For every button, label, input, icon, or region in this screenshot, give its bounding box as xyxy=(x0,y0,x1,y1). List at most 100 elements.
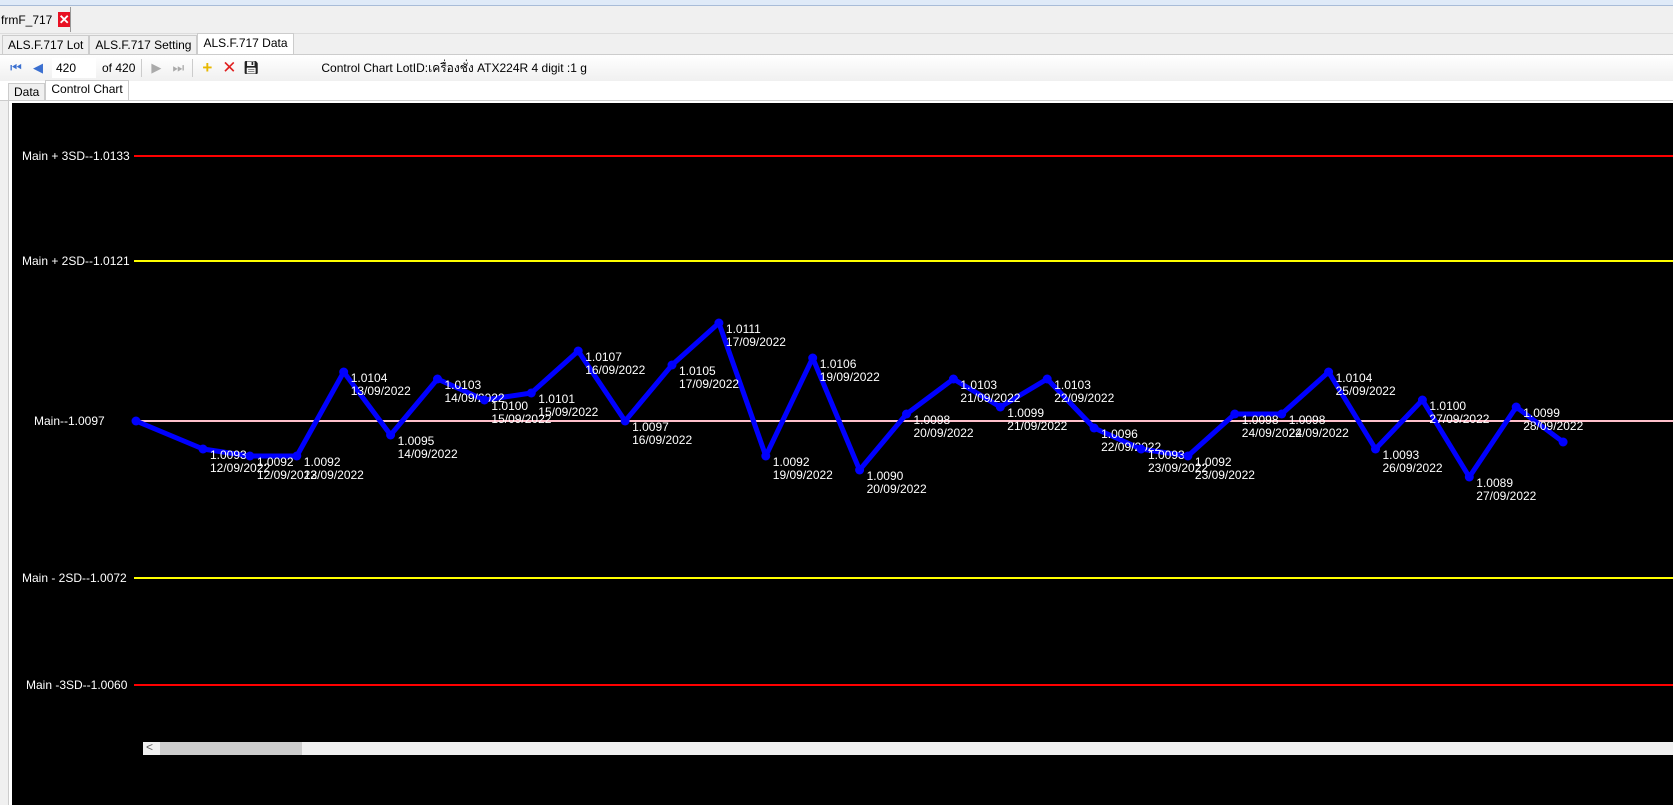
scroll-left-icon[interactable]: < xyxy=(146,740,153,754)
data-label-value: 1.0099 xyxy=(1523,406,1560,420)
data-point xyxy=(855,465,865,475)
data-label-value: 1.0093 xyxy=(1148,448,1185,462)
data-label-date: 22/09/2022 xyxy=(1054,391,1114,405)
data-label-value: 1.0104 xyxy=(351,371,388,385)
tab-data-grid[interactable]: Data xyxy=(8,83,46,100)
move-previous-icon[interactable]: ◀ xyxy=(30,60,46,76)
data-point xyxy=(339,367,349,377)
data-point xyxy=(1230,409,1240,419)
navigator-toolbar: ⏮ ◀ 420 of 420 ▶ ⏭ + ✕ 💾︎ Control Chart … xyxy=(0,55,1673,81)
reference-line-label: Main -3SD--1.0060 xyxy=(26,678,128,692)
control-chart: Main + 3SD--1.0133 Main + 2SD--1.0121 Main… xyxy=(12,103,1673,805)
data-label-value: 1.0099 xyxy=(1007,406,1044,420)
data-label-value: 1.0103 xyxy=(960,378,997,392)
data-point xyxy=(948,374,958,384)
data-point xyxy=(995,402,1005,412)
data-label-value: 1.0098 xyxy=(1289,413,1326,427)
data-point xyxy=(714,318,724,328)
window-top-strip xyxy=(0,0,1673,6)
data-label-value: 1.0103 xyxy=(445,378,482,392)
add-icon[interactable]: + xyxy=(199,58,215,77)
data-label-date: 17/09/2022 xyxy=(726,335,786,349)
data-label-value: 1.0089 xyxy=(1476,476,1513,490)
data-point xyxy=(526,388,536,398)
data-label-date: 17/09/2022 xyxy=(679,377,739,391)
data-label-date: 15/09/2022 xyxy=(538,405,598,419)
data-label-date: 20/09/2022 xyxy=(867,482,927,496)
data-point xyxy=(479,395,489,405)
separator xyxy=(192,59,194,77)
data-point xyxy=(573,346,583,356)
data-point xyxy=(1558,437,1568,447)
tab-data[interactable]: ALS.F.717 Data xyxy=(197,33,294,54)
sub-tabs: Data Control Chart xyxy=(0,80,1673,101)
data-label-date: 19/09/2022 xyxy=(773,468,833,482)
data-label-value: 1.0095 xyxy=(398,434,435,448)
main-tabs: ALS.F.717 Lot ALS.F.717 Setting ALS.F.71… xyxy=(0,33,1673,55)
data-point xyxy=(245,451,255,461)
horizontal-scrollbar[interactable]: < xyxy=(143,740,1673,755)
data-point xyxy=(198,444,208,454)
chart-title: Control Chart LotID:เครื่องชั่ง ATX224R … xyxy=(321,60,587,75)
scroll-thumb[interactable] xyxy=(160,742,302,755)
reference-line-label: Main--1.0097 xyxy=(34,414,105,428)
delete-icon[interactable]: ✕ xyxy=(221,58,237,77)
data-point xyxy=(1371,444,1380,454)
data-label-date: 21/09/2022 xyxy=(960,391,1020,405)
data-label-value: 1.0105 xyxy=(679,364,716,378)
data-label-date: 16/09/2022 xyxy=(632,433,692,447)
data-label-date: 25/09/2022 xyxy=(1336,384,1396,398)
data-label-value: 1.0090 xyxy=(867,469,904,483)
tab-setting[interactable]: ALS.F.717 Setting xyxy=(89,35,198,54)
data-point xyxy=(292,451,302,461)
data-point xyxy=(1324,367,1334,377)
document-tab-label: frmF_717 xyxy=(1,12,53,27)
data-point xyxy=(131,416,141,426)
move-first-icon[interactable]: ⏮ xyxy=(8,60,24,76)
data-label-value: 1.0098 xyxy=(1242,413,1279,427)
data-label-date: 19/09/2022 xyxy=(820,370,880,384)
data-label-date: 24/09/2022 xyxy=(1289,426,1349,440)
move-last-icon[interactable]: ⏭ xyxy=(170,60,186,76)
data-label-date: 27/09/2022 xyxy=(1476,489,1536,503)
data-point xyxy=(1042,374,1052,384)
data-label-date: 20/09/2022 xyxy=(914,426,974,440)
data-label-value: 1.0106 xyxy=(820,357,857,371)
tab-control-chart[interactable]: Control Chart xyxy=(45,80,129,100)
position-input[interactable]: 420 xyxy=(52,58,96,78)
data-label-value: 1.0101 xyxy=(538,392,575,406)
data-label-value: 1.0103 xyxy=(1054,378,1091,392)
close-icon[interactable]: ✕ xyxy=(58,12,70,27)
move-next-icon[interactable]: ▶ xyxy=(148,60,164,76)
data-label-date: 13/09/2022 xyxy=(304,468,364,482)
data-point xyxy=(667,360,677,370)
count-label: of 420 xyxy=(102,61,136,75)
data-label-value: 1.0096 xyxy=(1101,427,1138,441)
data-label-value: 1.0092 xyxy=(257,455,294,469)
data-point xyxy=(1183,451,1193,461)
data-point xyxy=(1417,395,1427,405)
data-point xyxy=(1464,472,1474,482)
tab-lot[interactable]: ALS.F.717 Lot xyxy=(2,35,90,54)
save-icon[interactable]: 💾︎ xyxy=(243,60,260,76)
data-label-value: 1.0100 xyxy=(1429,399,1466,413)
data-label-value: 1.0093 xyxy=(1383,448,1420,462)
data-label-date: 16/09/2022 xyxy=(585,363,645,377)
reference-line-label: Main + 3SD--1.0133 xyxy=(22,149,130,163)
control-chart-svg: Main + 3SD--1.0133 Main + 2SD--1.0121 Main… xyxy=(22,149,1673,692)
data-label-value: 1.0104 xyxy=(1336,371,1373,385)
data-point xyxy=(902,409,911,419)
data-point xyxy=(1277,409,1287,419)
data-point xyxy=(620,416,630,426)
data-point xyxy=(761,451,771,461)
data-label-value: 1.0107 xyxy=(585,350,622,364)
reference-line-label: Main + 2SD--1.0121 xyxy=(22,254,130,268)
data-point xyxy=(808,353,818,363)
document-tab[interactable]: frmF_717 ✕ xyxy=(0,7,71,32)
data-label-value: 1.0092 xyxy=(773,455,810,469)
data-point xyxy=(1511,402,1521,412)
data-point xyxy=(1089,423,1099,433)
data-label-date: 27/09/2022 xyxy=(1429,412,1489,426)
data-label-date: 13/09/2022 xyxy=(351,384,411,398)
data-label-date: 23/09/2022 xyxy=(1195,468,1255,482)
